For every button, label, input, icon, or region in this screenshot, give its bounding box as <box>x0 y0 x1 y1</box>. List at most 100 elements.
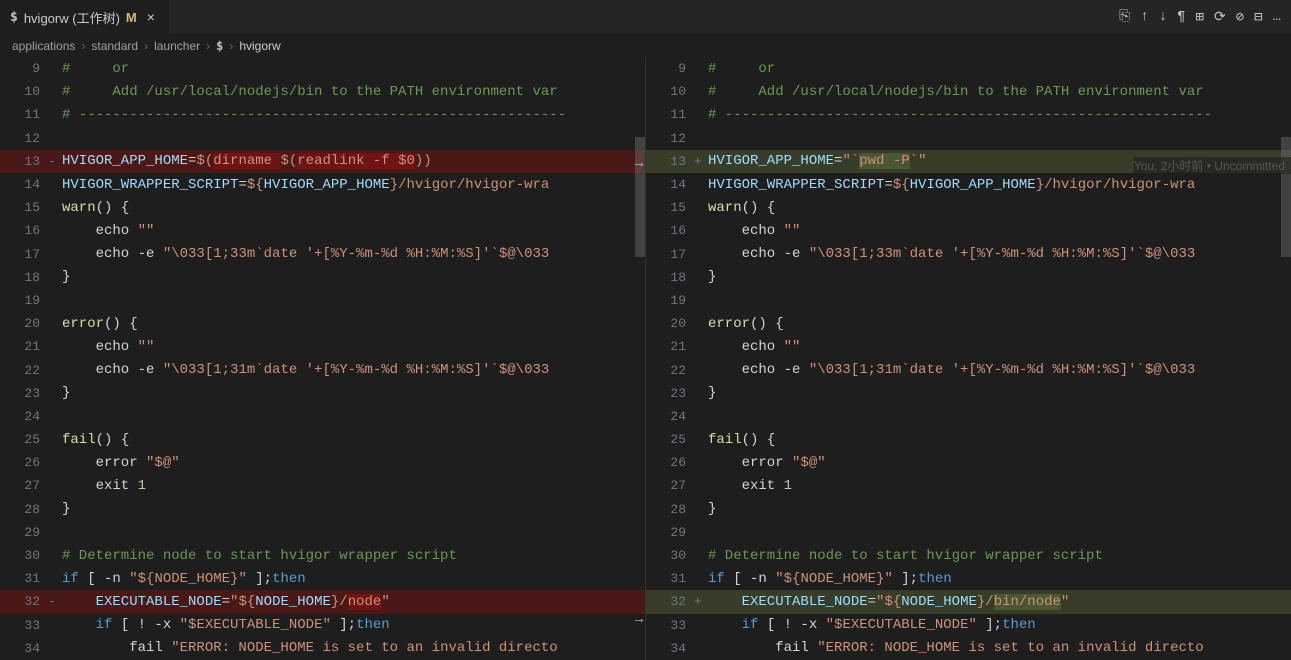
code-line[interactable]: 33 if [ ! -x "$EXECUTABLE_NODE" ];then <box>646 614 1291 637</box>
code-content: } <box>706 269 1291 285</box>
line-number: 17 <box>0 247 48 262</box>
code-line[interactable]: 29 <box>646 521 1291 544</box>
code-line[interactable]: 9# or <box>0 57 645 80</box>
code-line[interactable]: 18} <box>0 266 645 289</box>
breadcrumb-item[interactable]: standard <box>91 39 138 53</box>
line-number: 9 <box>646 61 694 76</box>
code-line[interactable]: 25 fail() { <box>646 428 1291 451</box>
close-icon[interactable]: × <box>143 7 159 27</box>
diff-original-pane[interactable]: 9# or10# Add /usr/local/nodejs/bin to th… <box>0 57 646 660</box>
code-line[interactable]: 11# ------------------------------------… <box>0 103 645 126</box>
code-content: } <box>60 269 645 285</box>
code-line[interactable]: 19 <box>0 289 645 312</box>
line-number: 18 <box>646 270 694 285</box>
code-line[interactable]: 34 fail "ERROR: NODE_HOME is set to an i… <box>646 637 1291 660</box>
toolbar-icon-4[interactable]: ⊞ <box>1196 9 1204 26</box>
code-line[interactable]: 30# Determine node to start hvigor wrapp… <box>646 544 1291 567</box>
line-number: 20 <box>0 316 48 331</box>
line-number: 15 <box>0 200 48 215</box>
toolbar-icon-8[interactable]: … <box>1273 9 1281 26</box>
code-line[interactable]: 27 exit 1 <box>0 474 645 497</box>
code-line[interactable]: 20error() { <box>646 312 1291 335</box>
code-line[interactable]: 21 echo "" <box>646 335 1291 358</box>
code-line[interactable]: 16 echo "" <box>0 219 645 242</box>
code-line[interactable]: 22 echo -e "\033[1;31m`date '+[%Y-%m-%d … <box>646 358 1291 381</box>
toolbar-icon-3[interactable]: ¶ <box>1177 9 1185 26</box>
code-line[interactable]: 28} <box>646 498 1291 521</box>
line-number: 30 <box>0 548 48 563</box>
line-number: 32 <box>646 594 694 609</box>
code-content: error() { <box>706 316 1291 332</box>
line-number: 28 <box>0 502 48 517</box>
breadcrumb-item[interactable]: $ <box>216 39 223 53</box>
code-content: if [ -n "${NODE_HOME}" ];then <box>60 571 645 587</box>
code-line[interactable]: 32+ EXECUTABLE_NODE="${NODE_HOME}/bin/no… <box>646 590 1291 613</box>
code-line[interactable]: 29 <box>0 521 645 544</box>
toolbar-icon-6[interactable]: ⊘ <box>1236 9 1244 26</box>
diff-marker: + <box>694 154 706 169</box>
editor-tab[interactable]: $ hvigorw (工作树) M × <box>0 0 169 34</box>
code-line[interactable]: 9# or <box>646 57 1291 80</box>
line-number: 33 <box>0 618 48 633</box>
code-line[interactable]: 15warn() { <box>0 196 645 219</box>
scrollbar[interactable] <box>1281 57 1291 660</box>
code-line[interactable]: 18} <box>646 266 1291 289</box>
code-content: fail() { <box>706 432 1291 448</box>
line-number: 33 <box>646 618 694 633</box>
code-line[interactable]: 14HVIGOR_WRAPPER_SCRIPT=${HVIGOR_APP_HOM… <box>0 173 645 196</box>
breadcrumb-item[interactable]: applications <box>12 39 75 53</box>
line-number: 34 <box>646 641 694 656</box>
code-line[interactable]: 14HVIGOR_WRAPPER_SCRIPT=${HVIGOR_APP_HOM… <box>646 173 1291 196</box>
toolbar-icon-1[interactable]: ↑ <box>1140 9 1148 26</box>
code-line[interactable]: 22 echo -e "\033[1;31m`date '+[%Y-%m-%d … <box>0 358 645 381</box>
code-line[interactable]: 11# ------------------------------------… <box>646 103 1291 126</box>
code-content: if [ ! -x "$EXECUTABLE_NODE" ];then <box>706 617 1291 633</box>
toolbar-icon-7[interactable]: ⊟ <box>1254 9 1262 26</box>
line-number: 31 <box>0 571 48 586</box>
breadcrumb-item[interactable]: hvigorw <box>239 39 280 53</box>
code-line[interactable]: 24 <box>0 405 645 428</box>
code-line[interactable]: 26 error "$@" <box>646 451 1291 474</box>
code-line[interactable]: 10# Add /usr/local/nodejs/bin to the PAT… <box>0 80 645 103</box>
editor-toolbar: ⎘ ↑ ↓ ¶ ⊞ ⟳ ⊘ ⊟ … <box>1119 9 1291 26</box>
code-line[interactable]: 15warn() { <box>646 196 1291 219</box>
code-line[interactable]: 23} <box>646 382 1291 405</box>
code-line[interactable]: 34 fail "ERROR: NODE_HOME is set to an i… <box>0 637 645 660</box>
code-line[interactable]: 28} <box>0 498 645 521</box>
code-line[interactable]: 13-HVIGOR_APP_HOME=$(dirname $(readlink … <box>0 150 645 173</box>
line-number: 24 <box>0 409 48 424</box>
code-line[interactable]: 25fail() { <box>0 428 645 451</box>
code-line[interactable]: 19 <box>646 289 1291 312</box>
code-line[interactable]: 30# Determine node to start hvigor wrapp… <box>0 544 645 567</box>
code-line[interactable]: 10# Add /usr/local/nodejs/bin to the PAT… <box>646 80 1291 103</box>
line-number: 25 <box>646 432 694 447</box>
line-number: 19 <box>0 293 48 308</box>
code-line[interactable]: 24 <box>646 405 1291 428</box>
code-content: EXECUTABLE_NODE="${NODE_HOME}/bin/node" <box>706 594 1291 610</box>
toolbar-icon-5[interactable]: ⟳ <box>1214 9 1226 26</box>
code-content: warn() { <box>706 200 1291 216</box>
code-line[interactable]: 12 <box>0 127 645 150</box>
scrollbar[interactable] <box>635 57 645 660</box>
toolbar-icon-2[interactable]: ↓ <box>1159 9 1167 26</box>
code-line[interactable]: 32- EXECUTABLE_NODE="${NODE_HOME}/node" <box>0 590 645 613</box>
code-line[interactable]: 17 echo -e "\033[1;33m`date '+[%Y-%m-%d … <box>0 243 645 266</box>
code-line[interactable]: 21 echo "" <box>0 335 645 358</box>
code-content: # or <box>60 61 645 77</box>
line-number: 10 <box>0 84 48 99</box>
code-line[interactable]: 26 error "$@" <box>0 451 645 474</box>
code-line[interactable]: 23} <box>0 382 645 405</box>
code-line[interactable]: 33 if [ ! -x "$EXECUTABLE_NODE" ];then <box>0 614 645 637</box>
diff-modified-pane[interactable]: 9# or10# Add /usr/local/nodejs/bin to th… <box>646 57 1291 660</box>
code-line[interactable]: 12 <box>646 127 1291 150</box>
toolbar-icon-0[interactable]: ⎘ <box>1119 9 1130 26</box>
code-line[interactable]: 31 if [ -n "${NODE_HOME}" ];then <box>0 567 645 590</box>
code-line[interactable]: 20error() { <box>0 312 645 335</box>
code-line[interactable]: 31if [ -n "${NODE_HOME}" ];then <box>646 567 1291 590</box>
line-number: 19 <box>646 293 694 308</box>
code-line[interactable]: 27 exit 1 <box>646 474 1291 497</box>
code-line[interactable]: 16 echo "" <box>646 219 1291 242</box>
code-content: echo "" <box>60 223 645 239</box>
code-line[interactable]: 17 echo -e "\033[1;33m`date '+[%Y-%m-%d … <box>646 243 1291 266</box>
breadcrumb-item[interactable]: launcher <box>154 39 200 53</box>
